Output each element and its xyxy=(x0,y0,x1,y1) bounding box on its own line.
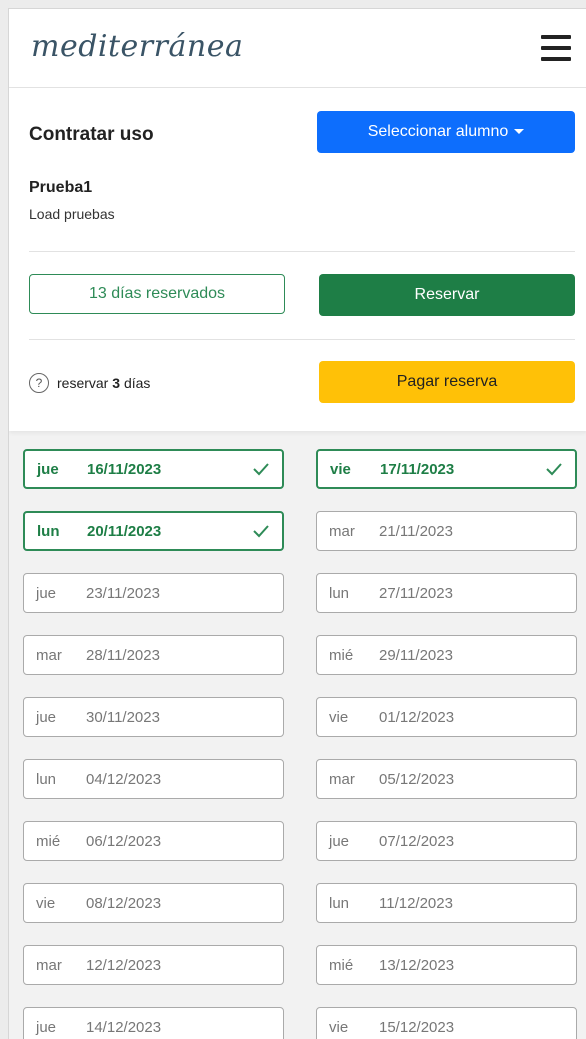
pay-booking-button[interactable]: Pagar reserva xyxy=(319,361,575,403)
day-date: 07/12/2023 xyxy=(379,832,455,850)
day-date: 05/12/2023 xyxy=(379,770,455,788)
check-icon xyxy=(253,463,269,476)
day-option[interactable]: lun 04/12/2023 xyxy=(23,759,284,799)
student-name: Prueba1 xyxy=(29,179,93,196)
day-date: 30/11/2023 xyxy=(86,708,160,726)
day-option[interactable]: jue 14/12/2023 xyxy=(23,1007,284,1039)
day-option[interactable]: mié 29/11/2023 xyxy=(316,635,577,675)
help-count: 3 xyxy=(112,375,121,391)
day-option[interactable]: vie 01/12/2023 xyxy=(316,697,577,737)
navbar: mediterránea xyxy=(9,9,586,88)
select-student-button[interactable]: Seleccionar alumno xyxy=(317,111,575,153)
day-option[interactable]: jue 16/11/2023 xyxy=(23,449,284,489)
days-grid: jue 16/11/2023 vie 17/11/2023 lun 20/11/2023 m… xyxy=(23,449,579,1039)
day-weekday: vie xyxy=(329,708,349,726)
day-weekday: jue xyxy=(36,708,57,726)
day-weekday: lun xyxy=(36,770,57,788)
day-date: 29/11/2023 xyxy=(379,646,453,664)
day-date: 23/11/2023 xyxy=(86,584,160,602)
day-option[interactable]: jue 07/12/2023 xyxy=(316,821,577,861)
check-icon xyxy=(546,463,562,476)
day-date: 16/11/2023 xyxy=(87,460,162,478)
day-date: 06/12/2023 xyxy=(86,832,162,850)
day-weekday: mié xyxy=(36,832,61,850)
day-weekday: vie xyxy=(36,894,56,912)
help-prefix: reservar xyxy=(57,375,109,391)
brand-logo[interactable]: mediterránea xyxy=(31,29,243,64)
day-option[interactable]: mar 12/12/2023 xyxy=(23,945,284,985)
select-student-label: Seleccionar alumno xyxy=(367,123,509,140)
day-date: 08/12/2023 xyxy=(86,894,162,912)
day-option[interactable]: jue 23/11/2023 xyxy=(23,573,284,613)
divider xyxy=(29,251,575,252)
day-date: 14/12/2023 xyxy=(86,1018,162,1036)
day-weekday: vie xyxy=(330,460,351,478)
student-subtitle: Load pruebas xyxy=(29,206,115,222)
day-weekday: mar xyxy=(36,646,62,664)
day-weekday: jue xyxy=(36,1018,57,1036)
app-frame: mediterránea Contratar uso Seleccionar a… xyxy=(8,8,586,1039)
day-date: 13/12/2023 xyxy=(379,956,455,974)
day-date: 21/11/2023 xyxy=(379,522,453,540)
day-weekday: lun xyxy=(329,894,350,912)
day-weekday: mar xyxy=(36,956,62,974)
caret-down-icon xyxy=(514,129,525,135)
reserved-days-button[interactable]: 13 días reservados xyxy=(29,274,285,314)
day-date: 11/12/2023 xyxy=(379,894,453,912)
day-option[interactable]: mar 05/12/2023 xyxy=(316,759,577,799)
day-option[interactable]: lun 20/11/2023 xyxy=(23,511,284,551)
day-option[interactable]: vie 15/12/2023 xyxy=(316,1007,577,1039)
day-weekday: lun xyxy=(329,584,350,602)
day-date: 27/11/2023 xyxy=(379,584,453,602)
day-option[interactable]: mar 21/11/2023 xyxy=(316,511,577,551)
question-icon[interactable]: ? xyxy=(29,373,49,393)
day-weekday: jue xyxy=(329,832,350,850)
day-option[interactable]: lun 27/11/2023 xyxy=(316,573,577,613)
check-icon xyxy=(253,525,269,538)
page-title: Contratar uso xyxy=(29,124,154,145)
day-weekday: mar xyxy=(329,522,355,540)
day-option[interactable]: vie 17/11/2023 xyxy=(316,449,577,489)
reserve-button[interactable]: Reservar xyxy=(319,274,575,316)
day-date: 01/12/2023 xyxy=(379,708,455,726)
help-suffix: días xyxy=(123,375,151,391)
menu-icon[interactable] xyxy=(541,35,571,61)
day-weekday: mar xyxy=(329,770,355,788)
day-option[interactable]: mié 06/12/2023 xyxy=(23,821,284,861)
day-date: 20/11/2023 xyxy=(87,522,162,540)
day-date: 28/11/2023 xyxy=(86,646,160,664)
day-option[interactable]: mié 13/12/2023 xyxy=(316,945,577,985)
day-weekday: mié xyxy=(329,646,354,664)
day-option[interactable]: lun 11/12/2023 xyxy=(316,883,577,923)
divider xyxy=(29,339,575,340)
day-date: 15/12/2023 xyxy=(379,1018,455,1036)
day-weekday: jue xyxy=(36,584,57,602)
day-weekday: mié xyxy=(329,956,354,974)
day-option[interactable]: mar 28/11/2023 xyxy=(23,635,284,675)
booking-panel: Contratar uso Seleccionar alumno Prueba1… xyxy=(9,88,586,431)
day-date: 12/12/2023 xyxy=(86,956,162,974)
day-weekday: vie xyxy=(329,1018,349,1036)
day-option[interactable]: jue 30/11/2023 xyxy=(23,697,284,737)
day-weekday: lun xyxy=(37,522,60,540)
day-date: 17/11/2023 xyxy=(380,460,455,478)
help-text: ? reservar 3 días xyxy=(29,373,150,393)
day-weekday: jue xyxy=(37,460,59,478)
day-date: 04/12/2023 xyxy=(86,770,162,788)
day-option[interactable]: vie 08/12/2023 xyxy=(23,883,284,923)
